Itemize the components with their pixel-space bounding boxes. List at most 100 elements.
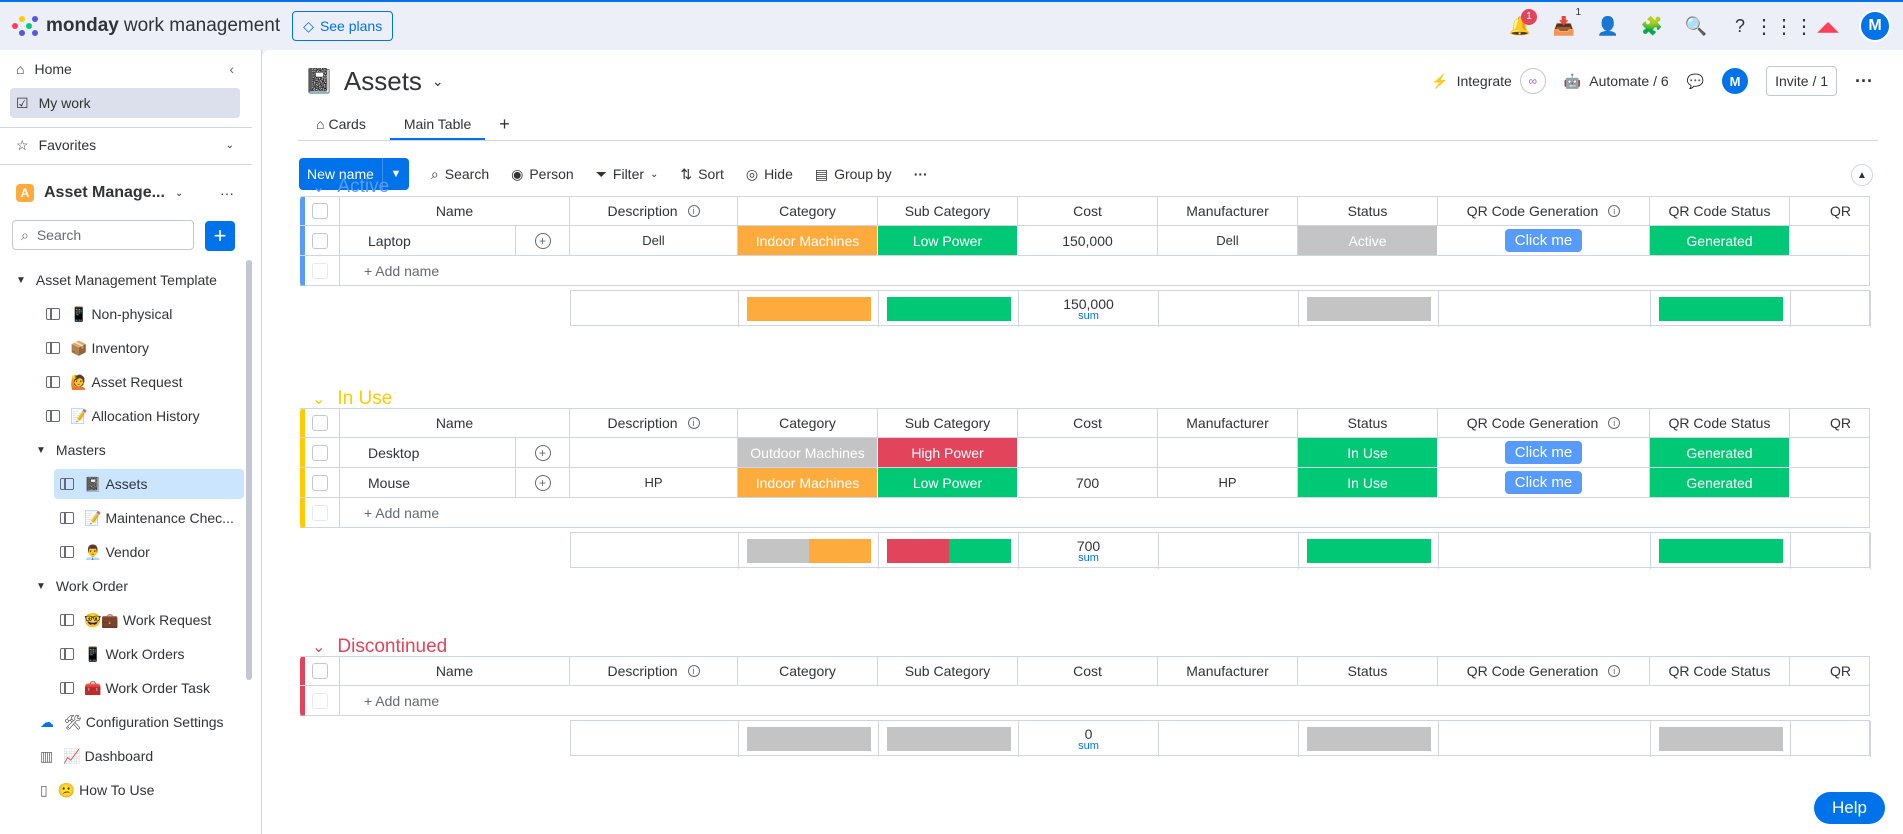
info-icon[interactable]: i bbox=[687, 205, 700, 217]
add-update-button[interactable]: + bbox=[515, 468, 569, 497]
checkbox[interactable] bbox=[311, 415, 328, 431]
distribution-bar[interactable] bbox=[1658, 727, 1783, 751]
status-cell[interactable]: In Use bbox=[1298, 468, 1438, 498]
sidebar-item-inventory[interactable]: 📦 Inventory bbox=[40, 333, 240, 363]
click-me-button[interactable]: Click me bbox=[1504, 471, 1583, 494]
qr-status-cell[interactable]: Generated bbox=[1650, 468, 1790, 498]
checkbox[interactable] bbox=[311, 232, 328, 249]
info-icon[interactable]: i bbox=[1608, 665, 1621, 677]
manufacturer-cell[interactable]: HP bbox=[1158, 468, 1298, 498]
row-checkbox[interactable] bbox=[300, 226, 340, 256]
folder-work-order[interactable]: ▼ Work Order bbox=[30, 571, 240, 601]
distribution-bar[interactable] bbox=[886, 727, 1011, 751]
qr-cell[interactable] bbox=[1790, 438, 1870, 468]
chevron-down-icon[interactable]: ⌄ bbox=[312, 637, 325, 657]
sidebar-item-maintenance-checklist[interactable]: 📝 Maintenance Chec... bbox=[54, 503, 244, 533]
category-cell[interactable]: Indoor Machines bbox=[738, 226, 878, 256]
sub-category-cell[interactable]: High Power bbox=[878, 438, 1018, 468]
sidebar-item-work-request[interactable]: 🤓💼 Work Request bbox=[54, 605, 244, 635]
sidebar-search-input[interactable]: ⌕ Search bbox=[12, 220, 194, 250]
click-me-button[interactable]: Click me bbox=[1504, 441, 1583, 464]
inbox-icon[interactable]: 📥 1 bbox=[1551, 7, 1581, 41]
sidebar-item-work-order-task[interactable]: 🧰 Work Order Task bbox=[54, 673, 244, 703]
tree-root-folder[interactable]: ▼ Asset Management Template bbox=[10, 265, 240, 295]
distribution-bar[interactable] bbox=[886, 297, 1011, 321]
qr-cell[interactable] bbox=[1790, 226, 1870, 256]
distribution-bar[interactable] bbox=[886, 539, 1011, 563]
add-item-row[interactable]: + Add name bbox=[340, 686, 1870, 716]
checkbox[interactable] bbox=[311, 474, 328, 491]
monday-products-icon[interactable]: ◢◣ bbox=[1815, 11, 1841, 41]
workspace-more-icon[interactable]: ··· bbox=[220, 185, 234, 201]
sub-category-cell[interactable]: Low Power bbox=[878, 226, 1018, 256]
checkbox[interactable] bbox=[311, 203, 328, 219]
click-me-button[interactable]: Click me bbox=[1504, 229, 1583, 252]
sidebar-item-configuration-settings[interactable]: ☁ 🛠 Configuration Settings bbox=[34, 707, 244, 737]
folder-masters[interactable]: ▼ Masters bbox=[30, 435, 240, 465]
chevron-down-icon[interactable]: ⌄ bbox=[312, 177, 325, 197]
distribution-bar[interactable] bbox=[746, 539, 871, 563]
search-icon[interactable]: 🔍 bbox=[1683, 11, 1709, 41]
distribution-bar[interactable] bbox=[746, 297, 871, 321]
invite-members-icon[interactable]: 👤 bbox=[1595, 11, 1621, 41]
add-item-row[interactable]: + Add name bbox=[340, 498, 1870, 528]
cost-cell[interactable] bbox=[1018, 438, 1158, 468]
sub-category-cell[interactable]: Low Power bbox=[878, 468, 1018, 498]
sidebar-item-how-to-use[interactable]: ▯ 😕 How To Use bbox=[34, 775, 244, 805]
sidebar-item-vendor[interactable]: 👨‍💼 Vendor bbox=[54, 537, 244, 567]
qr-cell[interactable] bbox=[1790, 468, 1870, 498]
collapse-sidebar-icon[interactable]: ‹ bbox=[229, 61, 234, 77]
group-header[interactable]: ⌄ Active bbox=[312, 176, 389, 198]
app-switcher-grid-icon[interactable]: ⋮⋮⋮ bbox=[1754, 11, 1814, 41]
item-name-cell[interactable]: Desktop + bbox=[340, 438, 570, 468]
add-update-button[interactable]: + bbox=[515, 226, 569, 255]
invite-button[interactable]: Invite / 1 bbox=[1766, 66, 1838, 96]
apps-marketplace-icon[interactable]: 🧩 bbox=[1639, 11, 1665, 41]
integrate-button[interactable]: ⚡ Integrate ∞ bbox=[1431, 68, 1546, 94]
select-all-checkbox[interactable] bbox=[300, 408, 340, 438]
search-button[interactable]: ⌕ Search bbox=[431, 166, 489, 183]
cost-cell[interactable]: 700 bbox=[1018, 468, 1158, 498]
chevron-down-icon[interactable]: ⌄ bbox=[312, 389, 325, 409]
distribution-bar[interactable] bbox=[1306, 297, 1431, 321]
automate-button[interactable]: 🤖 Automate / 6 bbox=[1564, 73, 1669, 90]
add-view-button[interactable]: + bbox=[485, 112, 524, 140]
item-name-cell[interactable]: Laptop + bbox=[340, 226, 570, 256]
help-icon[interactable]: ? bbox=[1727, 11, 1753, 41]
sidebar-item-asset-request[interactable]: 🙋 Asset Request bbox=[40, 367, 240, 397]
qr-status-cell[interactable]: Generated bbox=[1650, 438, 1790, 468]
manufacturer-cell[interactable] bbox=[1158, 438, 1298, 468]
hide-button[interactable]: ◎ Hide bbox=[746, 166, 793, 183]
see-plans-button[interactable]: ◇ See plans bbox=[292, 11, 394, 41]
item-name-cell[interactable]: Mouse + bbox=[340, 468, 570, 498]
board-title[interactable]: Assets bbox=[344, 66, 422, 97]
sidebar-item-allocation-history[interactable]: 📝 Allocation History bbox=[40, 401, 240, 431]
info-icon[interactable]: i bbox=[1608, 417, 1621, 429]
qr-generation-cell[interactable]: Click me bbox=[1438, 226, 1650, 256]
sidebar-item-assets[interactable]: 📓 Assets bbox=[54, 469, 244, 499]
sidebar-scrollbar[interactable] bbox=[246, 260, 252, 680]
user-avatar[interactable]: M bbox=[1859, 10, 1891, 42]
checkbox[interactable] bbox=[311, 444, 328, 461]
comment-icon[interactable]: 💬 bbox=[1687, 73, 1704, 90]
sidebar-item-work-orders[interactable]: 📱 Work Orders bbox=[54, 639, 244, 669]
item-name[interactable]: Mouse bbox=[368, 475, 410, 491]
more-toolbar-icon[interactable]: ··· bbox=[914, 166, 928, 182]
row-checkbox[interactable] bbox=[300, 438, 340, 468]
info-icon[interactable]: i bbox=[1608, 205, 1621, 217]
notifications-bell-icon[interactable]: 🔔 1 bbox=[1507, 9, 1537, 41]
distribution-bar[interactable] bbox=[1306, 539, 1431, 563]
qr-generation-cell[interactable]: Click me bbox=[1438, 438, 1650, 468]
category-cell[interactable]: Indoor Machines bbox=[738, 468, 878, 498]
person-filter-button[interactable]: ◉ Person bbox=[511, 166, 574, 183]
add-item-row[interactable]: + Add name bbox=[340, 256, 1870, 286]
sidebar-favorites[interactable]: ☆ Favorites ⌄ bbox=[10, 130, 240, 160]
group-title[interactable]: In Use bbox=[337, 388, 392, 410]
select-all-checkbox[interactable] bbox=[300, 656, 340, 686]
add-update-button[interactable]: + bbox=[515, 438, 569, 467]
sidebar-home[interactable]: ⌂ Home ‹ bbox=[10, 54, 240, 84]
description-cell[interactable] bbox=[570, 438, 738, 468]
qr-generation-cell[interactable]: Click me bbox=[1438, 468, 1650, 498]
distribution-bar[interactable] bbox=[1658, 297, 1783, 321]
collapse-header-icon[interactable]: ▲ bbox=[1851, 164, 1873, 186]
